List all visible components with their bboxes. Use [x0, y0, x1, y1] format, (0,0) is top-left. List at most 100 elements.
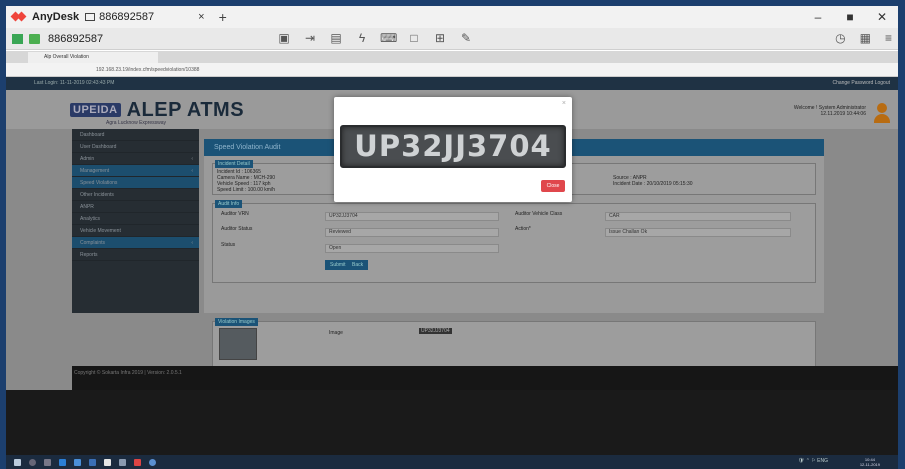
store-icon[interactable]: [104, 458, 111, 466]
toolbar-icons: ▣ ⇥ ▤ ϟ ⌨ □ ⊞ ✎: [276, 31, 474, 45]
license-plate-image: UP32JJ3704: [340, 125, 566, 168]
site-logo: UPEIDA ALEP ATMS: [70, 99, 244, 122]
sidebar-item-other-incidents[interactable]: Other Incidents: [72, 189, 199, 201]
auditor-vrn-label: Auditor VRN: [221, 211, 249, 217]
sidebar-item-reports[interactable]: Reports: [72, 249, 199, 261]
menu-icon[interactable]: ≡: [885, 31, 892, 45]
logo-text: ALEP ATMS: [126, 99, 245, 121]
images-legend: Violation Images: [215, 318, 258, 326]
menu-grid-icon[interactable]: ▦: [860, 31, 871, 45]
search-icon[interactable]: [29, 458, 36, 466]
chat-icon[interactable]: ▤: [328, 31, 344, 45]
auditor-status-label: Auditor Status: [221, 226, 253, 232]
transfer-icon[interactable]: ⇥: [302, 31, 318, 45]
close-icon[interactable]: ×: [562, 100, 566, 107]
sidebar-item-label: Other Incidents: [80, 192, 114, 198]
user-avatar-icon[interactable]: [874, 103, 890, 123]
connection-status-icon: [12, 33, 23, 44]
auditor-status-select[interactable]: Reviewed: [325, 228, 499, 237]
history-icon[interactable]: ◷: [835, 31, 845, 45]
logo-badge: UPEIDA: [70, 103, 121, 117]
sidebar-item-anpr[interactable]: ANPR: [72, 201, 199, 213]
status-select[interactable]: Open: [325, 244, 499, 253]
anydesk-toolbar: 886892587 ▣ ⇥ ▤ ϟ ⌨ □ ⊞ ✎ ◷ ▦ ≡: [6, 28, 898, 50]
close-button[interactable]: Close: [541, 180, 565, 192]
switch-icon[interactable]: ⊞: [432, 31, 448, 45]
sidebar-item-label: Admin: [80, 156, 95, 162]
vehicle-class-label: Auditor Vehicle Class: [515, 211, 563, 217]
audit-legend: Audit Info: [215, 200, 243, 208]
app-icon[interactable]: [119, 458, 126, 466]
close-tab-icon[interactable]: ×: [198, 11, 204, 23]
top-links[interactable]: Change Password Logout: [832, 80, 890, 86]
mail-icon[interactable]: [89, 458, 96, 466]
window-controls: – ■ ✕: [802, 6, 898, 28]
remote-url[interactable]: 192.168.23.19/index.cfm/speedviolation/1…: [96, 66, 736, 75]
chrome-icon[interactable]: [149, 458, 156, 466]
logo-subtitle: Agra Lucknow Expressway: [106, 120, 167, 126]
sidebar-item-management[interactable]: Management ‹: [72, 165, 199, 177]
keyboard-icon[interactable]: ⌨: [380, 31, 397, 45]
clock-date: 12-11-2019: [859, 462, 880, 467]
task-view-icon[interactable]: [44, 458, 51, 466]
back-button[interactable]: Back: [347, 260, 369, 270]
anydesk-logo-icon: [12, 12, 26, 22]
remote-browser-tabs: Alp Overall Violation: [6, 51, 898, 63]
sidebar-item-label: Management: [80, 168, 110, 174]
welcome-time: 12.11.2019 10:44:06: [820, 111, 866, 117]
sidebar-item-label: Vehicle Movement: [80, 228, 121, 234]
anydesk-window: AnyDesk 886892587 × + – ■ ✕ 886892587 ▣ …: [6, 6, 898, 469]
sidebar-item-user-dashboard[interactable]: User Dashboard: [72, 141, 199, 153]
session-icon[interactable]: [29, 33, 40, 44]
sidebar-item-speed-violations[interactable]: Speed Violations: [72, 177, 199, 189]
plate-thumbnail[interactable]: UP32JJ3704: [419, 328, 452, 334]
media-icon[interactable]: [134, 458, 141, 466]
chevron-left-icon: ‹: [191, 168, 193, 174]
explorer-icon[interactable]: [74, 458, 81, 466]
sidebar-item-label: ANPR: [80, 204, 94, 210]
chevron-left-icon: ‹: [191, 240, 193, 246]
welcome-text: Welcome ! System Administrator 12.11.201…: [794, 105, 866, 117]
sidebar-item-vehicle-movement[interactable]: Vehicle Movement: [72, 225, 199, 237]
session-tab[interactable]: 886892587: [99, 11, 154, 23]
sidebar-item-complaints[interactable]: Complaints ‹: [72, 237, 199, 249]
sidebar-item-dashboard[interactable]: Dashboard: [72, 129, 199, 141]
sidebar-item-admin[interactable]: Admin ‹: [72, 153, 199, 165]
speed-limit: Speed Limit : 100.00 km/h: [217, 187, 276, 193]
taskbar-clock[interactable]: 10:44 12-11-2019: [860, 457, 880, 467]
chevron-left-icon: ‹: [191, 156, 193, 162]
incident-legend: Incident Detail: [215, 160, 253, 168]
license-plate-text: UP32JJ3704: [354, 129, 552, 163]
remote-browser-tab[interactable]: Alp Overall Violation: [28, 52, 158, 63]
web-footer: Copyright © Sokarta Infra 2019 | Version…: [72, 366, 898, 390]
sidebar-item-label: Reports: [80, 252, 98, 258]
violation-thumbnail[interactable]: [219, 328, 257, 360]
windows-start-icon[interactable]: [14, 458, 21, 466]
vehicle-class-select[interactable]: CAR: [605, 212, 791, 221]
maximize-button[interactable]: ■: [834, 6, 866, 28]
system-tray[interactable]: 🛡 ⌃ ⚐ ENG: [798, 458, 828, 464]
image-label: Image: [329, 330, 343, 336]
status-label: Status: [221, 242, 236, 248]
last-login: Last Login: 11-11-2019 02:43:43 PM: [34, 80, 115, 86]
screen-icon[interactable]: □: [406, 31, 422, 45]
toolbar-right: ◷ ▦ ≡: [835, 31, 892, 45]
action-label: Action*: [515, 226, 531, 232]
new-tab-button[interactable]: +: [219, 9, 227, 25]
remote-desktop-background: [6, 390, 898, 455]
minimize-button[interactable]: –: [802, 6, 834, 28]
actions-icon[interactable]: ϟ: [354, 31, 370, 45]
close-window-button[interactable]: ✕: [866, 6, 898, 28]
sidebar-item-label: Speed Violations: [80, 180, 118, 186]
sidebar-item-label: Complaints: [80, 240, 106, 246]
draw-icon[interactable]: ✎: [458, 31, 474, 45]
audit-info-section: Audit Info Auditor VRN UP32JJ3704 Audito…: [212, 200, 816, 283]
sidebar: Dashboard User Dashboard Admin ‹ Manageme…: [72, 129, 199, 313]
anydesk-title-bar: AnyDesk 886892587 × + – ■ ✕: [6, 6, 898, 28]
action-select[interactable]: Issue Challan Ok: [605, 228, 791, 237]
auditor-vrn-input[interactable]: UP32JJ3704: [325, 212, 499, 221]
edge-icon[interactable]: [59, 458, 66, 466]
anydesk-app-name: AnyDesk: [32, 11, 80, 23]
display-icon[interactable]: ▣: [276, 31, 292, 45]
sidebar-item-analytics[interactable]: Analytics: [72, 213, 199, 225]
